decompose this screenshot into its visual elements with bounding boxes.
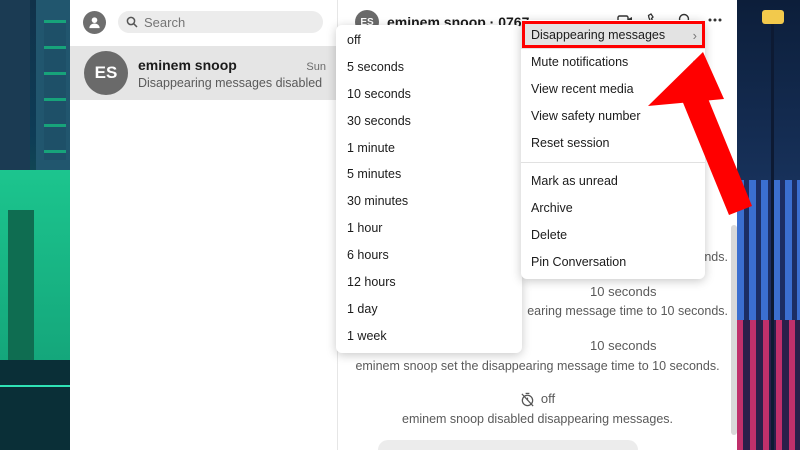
timeline-timer-label-4: off (540, 391, 556, 406)
timer-option-10-seconds[interactable]: 10 seconds (336, 81, 522, 108)
person-icon (89, 16, 100, 28)
more-options-icon[interactable] (707, 12, 723, 28)
wallpaper-left (0, 0, 70, 450)
menu-item-view-recent-media[interactable]: View recent media (521, 76, 705, 103)
disappearing-timer-submenu: off 5 seconds 10 seconds 30 seconds 1 mi… (336, 25, 522, 353)
sidebar-header (70, 0, 337, 44)
conversation-list-item[interactable]: ES eminem snoop Sun Disappearing message… (70, 46, 338, 100)
menu-item-label: Mute notifications (531, 55, 629, 69)
timer-option-1-hour[interactable]: 1 hour (336, 215, 522, 242)
wallpaper-right (737, 0, 800, 450)
highlight-box-annotation (522, 21, 705, 48)
profile-avatar[interactable] (83, 10, 106, 34)
timer-off-icon (521, 392, 534, 407)
chevron-right-icon: › (692, 55, 697, 70)
chat-scrollbar[interactable] (731, 225, 737, 435)
timeline-notice-4: eminem snoop disabled disappearing messa… (402, 412, 673, 426)
timer-option-1-week[interactable]: 1 week (336, 323, 522, 350)
conversation-name: eminem snoop (138, 56, 237, 73)
sidebar: ES eminem snoop Sun Disappearing message… (70, 0, 338, 450)
timer-option-30-seconds[interactable]: 30 seconds (336, 108, 522, 135)
search-input[interactable] (144, 14, 304, 30)
timer-option-30-minutes[interactable]: 30 minutes (336, 188, 522, 215)
timer-option-5-minutes[interactable]: 5 minutes (336, 161, 522, 188)
conversation-avatar: ES (84, 51, 128, 95)
street-lamp (762, 10, 784, 24)
menu-item-mark-as-unread[interactable]: Mark as unread (521, 168, 705, 195)
street-lamp-pole (771, 24, 774, 450)
menu-item-view-safety-number[interactable]: View safety number (521, 103, 705, 130)
menu-item-archive[interactable]: Archive (521, 195, 705, 222)
search-box[interactable] (118, 11, 323, 33)
conversation-time: Sun (306, 60, 326, 73)
menu-item-reset-session[interactable]: Reset session (521, 130, 705, 157)
timer-option-1-minute[interactable]: 1 minute (336, 135, 522, 162)
message-composer[interactable] (378, 440, 638, 450)
conversation-preview: Disappearing messages disabled (138, 75, 323, 90)
menu-item-pin-conversation[interactable]: Pin Conversation (521, 249, 705, 276)
search-icon (126, 16, 138, 28)
menu-item-delete[interactable]: Delete (521, 222, 705, 249)
timer-option-1-day[interactable]: 1 day (336, 296, 522, 323)
menu-item-mute-notifications[interactable]: Mute notifications › (521, 49, 705, 76)
conversation-text: eminem snoop Sun Disappearing messages d… (138, 57, 338, 90)
timer-option-12-hours[interactable]: 12 hours (336, 269, 522, 296)
timer-option-5-seconds[interactable]: 5 seconds (336, 54, 522, 81)
conversation-options-menu: Disappearing messages › Mute notificatio… (521, 20, 705, 279)
menu-divider (521, 162, 705, 163)
timeline-notice-3: eminem snoop set the disappearing messag… (355, 359, 720, 373)
timer-option-6-hours[interactable]: 6 hours (336, 242, 522, 269)
timer-option-off[interactable]: off (336, 27, 522, 54)
timeline-timer-off: off (338, 391, 737, 407)
